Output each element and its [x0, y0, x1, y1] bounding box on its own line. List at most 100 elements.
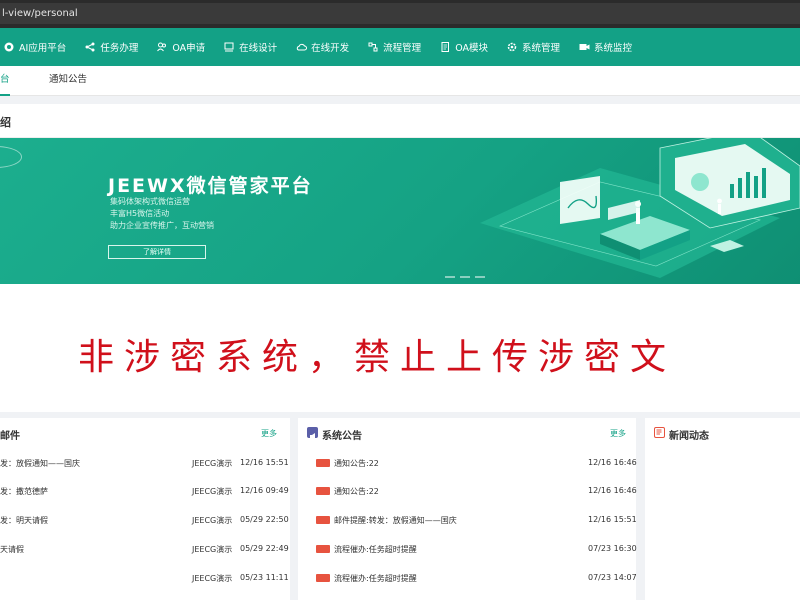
mail-sender: JEECG演示	[192, 487, 233, 496]
mail-panel-header: 邮件 更多	[0, 418, 290, 448]
notice-subject: 邮件提醒:转发：放假通知——国庆	[334, 516, 457, 525]
nav-item-ai[interactable]: AI应用平台	[4, 40, 66, 54]
mail-time: 05/29 22:50	[240, 515, 289, 524]
carousel-dot[interactable]	[475, 276, 485, 278]
nav-item-flow[interactable]: 流程管理	[368, 40, 421, 54]
notice-row[interactable]: 通知公告:22 12/16 16:46	[298, 450, 637, 476]
mail-row[interactable]: JEECG演示 05/23 11:11	[0, 565, 290, 591]
mail-panel: 邮件 更多 发：放假通知——国庆 JEECG演示 12/16 15:51 发：撒…	[0, 418, 290, 600]
mail-row[interactable]: 发：撒范德萨 JEECG演示 12/16 09:49	[0, 478, 290, 504]
notice-panel: 系统公告 更多 通知公告:22 12/16 16:46 通知公告:22 12/1…	[298, 418, 637, 600]
tab-notice[interactable]: 通知公告	[49, 66, 87, 96]
notice-tag-icon	[316, 487, 330, 497]
nav-item-label: 流程管理	[383, 43, 422, 54]
share-icon	[85, 42, 95, 52]
notice-tag-icon	[316, 574, 330, 584]
notice-panel-header: 系统公告 更多	[298, 418, 636, 448]
mail-sender: JEECG演示	[192, 516, 233, 525]
mail-time: 12/16 09:49	[240, 486, 289, 495]
notice-row[interactable]: 通知公告:22 12/16 16:46	[298, 478, 637, 504]
mail-sender: JEECG演示	[192, 459, 233, 468]
notice-time: 07/23 16:30	[588, 544, 637, 553]
banner-card-header: 绍	[0, 104, 800, 138]
doc-icon	[440, 42, 450, 52]
notice-tag-icon	[316, 459, 330, 469]
nav-item-label: AI应用平台	[19, 43, 67, 54]
carousel-dot[interactable]	[445, 276, 455, 278]
ai-icon	[4, 42, 14, 52]
notice-subject: 流程催办:任务超时提醒	[334, 545, 417, 554]
notice-subject: 流程催办:任务超时提醒	[334, 574, 417, 583]
mail-subject: 发：放假通知——国庆	[0, 459, 80, 468]
mail-time: 12/16 15:51	[240, 458, 289, 467]
notice-tag-icon	[316, 545, 330, 555]
learn-more-button[interactable]: 了解详情	[108, 245, 206, 259]
news-panel-header: 新闻动态	[645, 418, 800, 448]
notice-panel-title: 系统公告	[322, 431, 362, 442]
banner-illustration	[480, 138, 800, 278]
nav-item-online-dev[interactable]: 在线开发	[296, 40, 349, 54]
notice-subject: 通知公告:22	[334, 487, 379, 496]
carousel-dots[interactable]	[445, 276, 485, 278]
notice-row[interactable]: 流程催办:任务超时提醒 07/23 16:30	[298, 536, 637, 562]
banner-line-1: 集码体架构式微信运营	[110, 197, 190, 206]
mail-subject: 天请假	[0, 545, 24, 554]
news-panel-title: 新闻动态	[669, 431, 709, 442]
nav-item-label: 在线设计	[239, 43, 278, 54]
mail-sender: JEECG演示	[192, 574, 233, 583]
nav-item-label: 在线开发	[311, 43, 350, 54]
mail-row[interactable]: 发：放假通知——国庆 JEECG演示 12/16 15:51	[0, 450, 290, 476]
browser-address-bar: l-view/personal	[0, 0, 800, 28]
tab-bar: 台 通知公告	[0, 66, 800, 96]
notice-row[interactable]: 邮件提醒:转发：放假通知——国庆 12/16 15:51	[298, 507, 637, 533]
nav-item-oa-module[interactable]: OA模块	[440, 40, 488, 54]
nav-item-label: 系统管理	[522, 43, 561, 54]
nav-item-label: OA模块	[455, 43, 488, 54]
notice-subject: 通知公告:22	[334, 459, 379, 468]
top-nav: AI应用平台 任务办理 OA申请 在线设计 在线开发 流程管理 OA模块 系统管…	[0, 28, 800, 66]
banner-line-2: 丰富H5微信活动	[110, 209, 170, 218]
mail-time: 05/29 22:49	[240, 544, 289, 553]
notice-more-link[interactable]: 更多	[610, 428, 626, 439]
cloud-icon	[296, 42, 308, 52]
mail-time: 05/23 11:11	[240, 573, 289, 582]
mail-panel-title: 邮件	[0, 431, 20, 442]
notice-time: 12/16 15:51	[588, 515, 637, 524]
nav-item-monitor[interactable]: 系统监控	[579, 40, 632, 54]
mail-more-link[interactable]: 更多	[261, 428, 277, 439]
news-panel: 新闻动态	[645, 418, 800, 600]
flow-icon	[368, 42, 378, 52]
nav-item-online-design[interactable]: 在线设计	[224, 40, 277, 54]
security-warning-text: 非涉密系统，禁止上传涉密文	[78, 337, 677, 378]
notice-time: 12/16 16:46	[588, 486, 637, 495]
mail-row[interactable]: 天请假 JEECG演示 05/29 22:49	[0, 536, 290, 562]
nav-item-label: OA申请	[172, 43, 206, 54]
security-warning-area: 非涉密系统，禁止上传涉密文	[0, 284, 800, 412]
banner-line-3: 助力企业宣传推广，互动营销	[110, 221, 214, 230]
promo-banner[interactable]: JEEWX微信管家平台 集码体架构式微信运营 丰富H5微信活动 助力企业宣传推广…	[0, 138, 800, 284]
mail-row[interactable]: 发：明天请假 JEECG演示 05/29 22:50	[0, 507, 290, 533]
tab-workbench[interactable]: 台	[0, 66, 10, 96]
news-icon	[654, 427, 665, 438]
megaphone-icon	[307, 427, 318, 440]
mail-sender: JEECG演示	[192, 545, 233, 554]
nav-item-system[interactable]: 系统管理	[507, 40, 560, 54]
people-icon	[157, 42, 167, 52]
nav-item-tasks[interactable]: 任务办理	[85, 40, 138, 54]
url-field[interactable]: l-view/personal	[0, 3, 800, 24]
nav-item-label: 任务办理	[100, 43, 139, 54]
banner-card-title: 绍	[0, 116, 11, 129]
mail-subject: 发：撒范德萨	[0, 487, 48, 496]
notice-row[interactable]: 流程催办:任务超时提醒 07/23 14:07	[298, 565, 637, 591]
carousel-dot[interactable]	[460, 276, 470, 278]
notice-time: 07/23 14:07	[588, 573, 637, 582]
banner-headline: JEEWX微信管家平台	[108, 175, 313, 197]
banner-circle-decoration	[0, 146, 22, 168]
nav-item-label: 系统监控	[594, 43, 633, 54]
nav-item-oa-apply[interactable]: OA申请	[157, 40, 205, 54]
design-icon	[224, 42, 234, 52]
camera-icon	[579, 42, 590, 52]
notice-time: 12/16 16:46	[588, 458, 637, 467]
mail-subject: 发：明天请假	[0, 516, 48, 525]
notice-tag-icon	[316, 516, 330, 526]
